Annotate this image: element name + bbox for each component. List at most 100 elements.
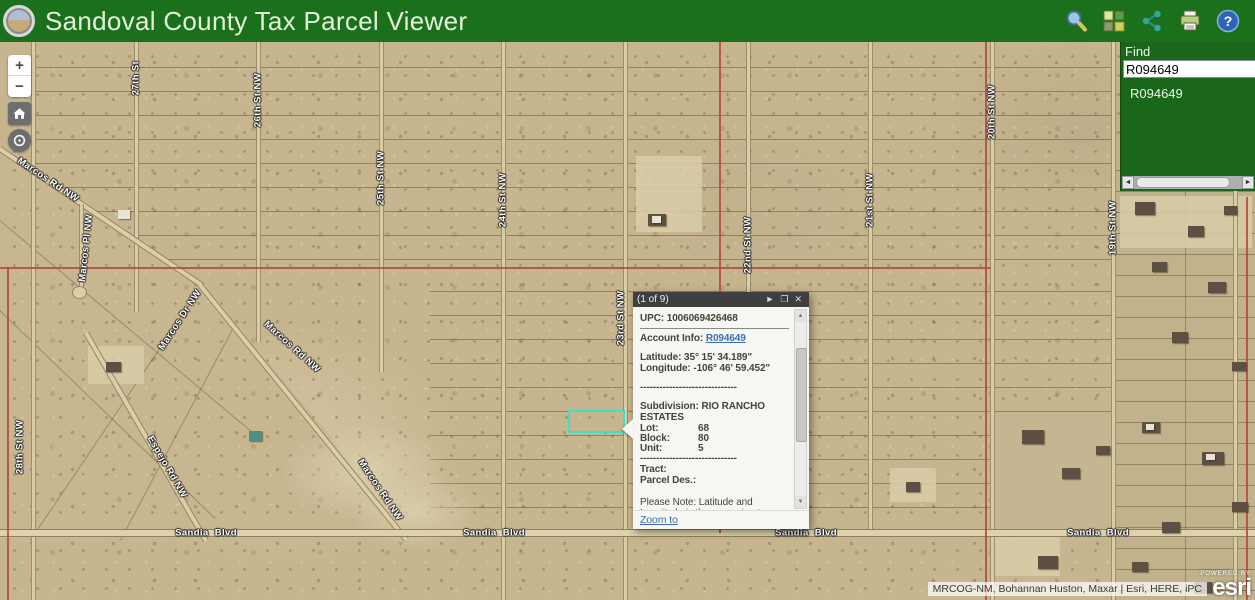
app-header: Sandoval County Tax Parcel Viewer (0, 0, 1255, 42)
parcel-info-popup: (1 of 9) ► ❐ ✕ UPC: 1006069426468 Accoun… (633, 292, 809, 529)
parcel-strips-upper (33, 44, 1115, 268)
street-label: Sandia Blvd (1067, 528, 1129, 539)
popup-body: UPC: 1006069426468 Account Info: R094649… (633, 307, 809, 529)
map-structure (1038, 556, 1058, 569)
scroll-thumb[interactable] (796, 348, 807, 442)
popup-scrollbar[interactable]: ▲ ▼ (794, 309, 807, 509)
street-label: 23rd St NW (616, 291, 627, 346)
subdivision-label: Subdivision: (640, 401, 699, 412)
street-label: 26th St NW (253, 73, 264, 127)
developed-area-patch (990, 415, 1115, 530)
street-label: Sandia Blvd (775, 528, 837, 539)
upc-label: UPC: (640, 313, 664, 324)
apps-icon (1103, 10, 1125, 32)
map-structure (1172, 332, 1188, 343)
scroll-down-arrow[interactable]: ▼ (795, 496, 806, 508)
street-label: 21st St NW (865, 173, 876, 227)
map-structure (118, 210, 130, 219)
street-19th (1111, 42, 1116, 600)
map-structure (1162, 522, 1180, 533)
find-result-item[interactable]: R094649 (1130, 86, 1255, 101)
longitude-label: Longitude: (640, 363, 691, 374)
account-link[interactable]: R094649 (706, 333, 746, 344)
zoom-in-button[interactable]: + (8, 55, 31, 76)
zoom-out-button[interactable]: − (8, 76, 31, 97)
dashed-divider: ------------------------------ (640, 454, 789, 464)
popup-close-button[interactable]: ✕ (791, 292, 805, 307)
upc-row: UPC: 1006069426468 (640, 314, 789, 324)
map-structure (1132, 562, 1148, 572)
latitude-value: 35° 15' 34.189" (684, 352, 752, 363)
longitude-value: -106° 46' 59.452" (693, 363, 770, 374)
street-label: 27th St (131, 61, 142, 95)
header-toolbar: ? (1063, 8, 1255, 34)
map-structure (1022, 430, 1044, 444)
section-line (1246, 197, 1248, 600)
section-line (7, 267, 9, 600)
scroll-right-arrow[interactable]: ► (1242, 176, 1254, 189)
scroll-thumb[interactable] (1136, 177, 1230, 188)
divider-line (640, 328, 789, 329)
map-structure (652, 216, 661, 223)
county-seal-logo (3, 5, 35, 37)
share-icon (1140, 9, 1164, 33)
map-structure (106, 362, 121, 372)
help-button[interactable]: ? (1215, 8, 1241, 34)
map-structure (906, 482, 920, 492)
parcel-des-row: Parcel Des.: (640, 476, 789, 486)
print-button[interactable] (1177, 8, 1203, 34)
street-label: Sandia Blvd (463, 528, 525, 539)
popup-page-indicator: (1 of 9) (637, 294, 762, 305)
find-label: Find (1125, 44, 1255, 59)
locate-button[interactable] (8, 129, 31, 152)
map-structure (1224, 206, 1237, 215)
popup-next-button[interactable]: ► (762, 292, 777, 307)
popup-maximize-button[interactable]: ❐ (777, 292, 791, 307)
popup-note: Please Note: Latitude and Longitude is t… (640, 497, 789, 511)
street-24th (501, 42, 506, 600)
map-structure (1062, 468, 1080, 479)
search-button[interactable] (1063, 8, 1089, 34)
latitude-row: Latitude: 35° 15' 34.189" (640, 353, 789, 363)
street-label: 22nd St NW (743, 217, 754, 274)
find-panel-scrollbar[interactable]: ◄ ► (1122, 176, 1254, 189)
account-label: Account Info: (640, 333, 703, 344)
latitude-label: Latitude: (640, 352, 681, 363)
popup-pointer (622, 419, 633, 439)
dashed-divider: ------------------------------ (640, 383, 789, 393)
zoom-to-link[interactable]: Zoom to (640, 515, 678, 525)
subdivision-row: Subdivision: RIO RANCHO ESTATES (640, 402, 789, 423)
street-label: Sandia Blvd (175, 528, 237, 539)
upc-value: 1006069426468 (667, 313, 738, 324)
street-label: 19th St NW (1108, 201, 1119, 255)
popup-titlebar[interactable]: (1 of 9) ► ❐ ✕ (633, 292, 809, 307)
selected-parcel-highlight[interactable] (568, 410, 625, 433)
map-structure (1135, 202, 1155, 215)
locate-icon (12, 133, 27, 148)
street-label: 24th St NW (498, 173, 509, 227)
map-attribution: MRCOG-NM, Bohannan Huston, Maxar | Esri,… (928, 582, 1207, 596)
map-structure (1208, 282, 1226, 293)
cleared-lot (636, 156, 702, 232)
map-structure (1152, 262, 1167, 272)
share-button[interactable] (1139, 8, 1165, 34)
street-label: 28th St NW (15, 420, 26, 474)
find-panel: Find R094649 ◄ ► (1120, 42, 1255, 191)
search-icon (1064, 9, 1088, 33)
map-structure (249, 431, 262, 441)
zoom-control: + − (8, 55, 31, 97)
find-input[interactable] (1123, 60, 1255, 78)
popup-content: UPC: 1006069426468 Account Info: R094649… (633, 307, 809, 511)
home-button[interactable] (8, 102, 31, 125)
esri-logo: POWERED BY esri (1200, 571, 1251, 599)
account-row: Account Info: R094649 (640, 334, 789, 344)
svg-text:?: ? (1224, 13, 1233, 29)
map-structure (1232, 362, 1246, 371)
scroll-left-arrow[interactable]: ◄ (1122, 176, 1134, 189)
basemap-gallery-button[interactable] (1101, 8, 1127, 34)
section-line (0, 267, 991, 269)
home-icon (12, 106, 27, 121)
map-canvas[interactable]: 28th St NW27th St26th St NW25th St NW24t… (0, 42, 1255, 600)
scroll-up-arrow[interactable]: ▲ (795, 310, 806, 322)
street-21st (868, 42, 873, 533)
